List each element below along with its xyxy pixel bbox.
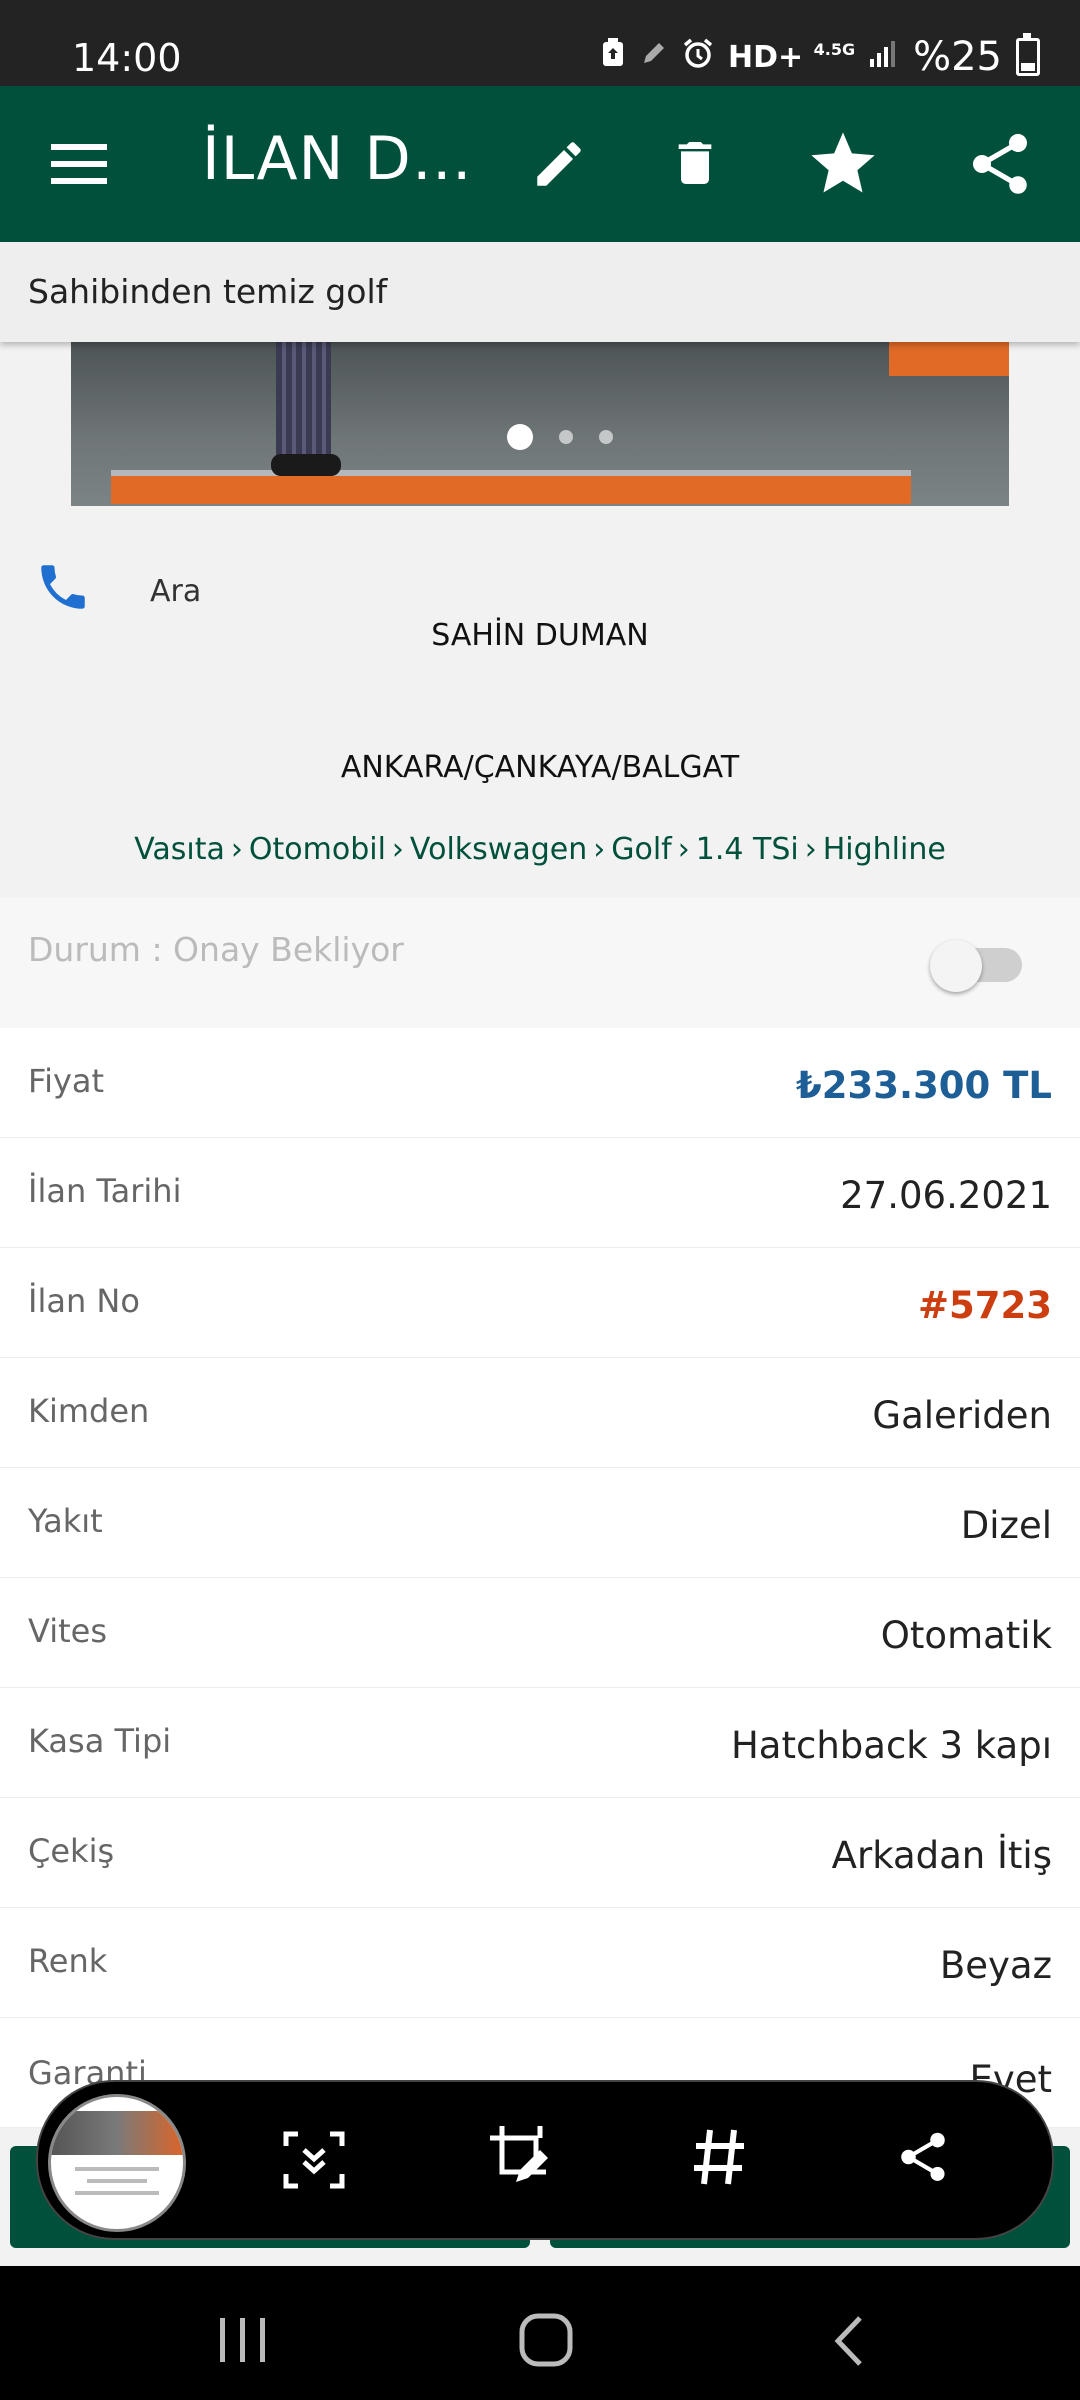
alarm-icon <box>682 37 714 77</box>
phone-icon[interactable] <box>34 558 92 620</box>
photo-gallery[interactable] <box>71 342 1009 506</box>
detail-key: Yakıt <box>28 1502 103 1540</box>
detail-row: Kasa Tipi Hatchback 3 kapı <box>0 1688 1080 1798</box>
detail-row-price: Fiyat ₺233.300 TL <box>0 1028 1080 1138</box>
share-icon[interactable] <box>894 2126 952 2192</box>
detail-value: Arkadan İtiş <box>831 1834 1052 1877</box>
listing-location: ANKARA/ÇANKAYA/BALGAT <box>340 750 740 785</box>
detail-key: Kimden <box>28 1392 150 1430</box>
detail-value: Dizel <box>960 1504 1052 1547</box>
breadcrumb-item[interactable]: Highline <box>823 832 946 867</box>
chevron-right-icon: › <box>391 832 404 867</box>
detail-value: Otomatik <box>880 1614 1052 1657</box>
status-toggle[interactable] <box>930 940 1022 992</box>
detail-value-price: ₺233.300 TL <box>796 1064 1052 1107</box>
star-icon[interactable] <box>802 126 884 202</box>
home-icon[interactable] <box>518 2312 574 2372</box>
system-nav-bar <box>0 2266 1080 2400</box>
signal-icon <box>869 39 899 75</box>
breadcrumb-item[interactable]: Golf <box>611 832 672 867</box>
share-icon[interactable] <box>962 126 1038 202</box>
recent-apps-icon[interactable] <box>218 2316 268 2368</box>
back-icon[interactable] <box>830 2314 866 2372</box>
battery-saver-icon <box>600 38 626 76</box>
scroll-capture-icon[interactable] <box>282 2130 346 2194</box>
breadcrumb: Vasıta › Otomobil › Volkswagen › Golf › 1.4 TSi ›… <box>0 832 1080 867</box>
seller-name: SAHİN DUMAN <box>431 618 649 653</box>
breadcrumb-item[interactable]: Volkswagen <box>410 832 587 867</box>
pen-icon <box>640 39 668 75</box>
chevron-right-icon: › <box>677 832 690 867</box>
call-button[interactable]: Ara <box>150 574 201 609</box>
gallery-pager <box>71 424 1009 450</box>
detail-row: Kimden Galeriden <box>0 1358 1080 1468</box>
detail-key: Vites <box>28 1612 107 1650</box>
listing-title-bar: Sahibinden temiz golf <box>0 242 1080 342</box>
detail-row: Renk Beyaz <box>0 1908 1080 2018</box>
menu-icon[interactable] <box>42 134 116 194</box>
detail-row: Vites Otomatik <box>0 1578 1080 1688</box>
pager-dot[interactable] <box>559 430 573 444</box>
detail-key: Renk <box>28 1942 108 1980</box>
listing-details: Fiyat ₺233.300 TL İlan Tarihi 27.06.2021… <box>0 1028 1080 2128</box>
detail-value: Galeriden <box>872 1394 1052 1437</box>
breadcrumb-item[interactable]: 1.4 TSi <box>696 832 799 867</box>
detail-row: Çekiş Arkadan İtiş <box>0 1798 1080 1908</box>
approval-status-row: Durum : Onay Bekliyor <box>0 898 1080 1028</box>
chevron-right-icon: › <box>230 832 243 867</box>
app-bar: İLAN DET... <box>0 86 1080 242</box>
seller-contact: Ara SAHİN DUMAN ANKARA/ÇANKAYA/BALGAT Va… <box>0 506 1080 898</box>
chevron-right-icon: › <box>593 832 606 867</box>
detail-key: İlan Tarihi <box>28 1172 182 1210</box>
chevron-right-icon: › <box>804 832 817 867</box>
battery-percent: %25 <box>913 34 1002 80</box>
detail-key: Kasa Tipi <box>28 1722 172 1760</box>
hashtag-icon[interactable] <box>692 2126 748 2192</box>
status-time: 14:00 <box>72 36 182 80</box>
status-icons: HD+ 4.5G %25 <box>600 33 1040 80</box>
pager-dot[interactable] <box>599 430 613 444</box>
screenshot-thumbnail[interactable] <box>48 2094 186 2232</box>
edit-icon[interactable] <box>524 132 594 196</box>
detail-key: Çekiş <box>28 1832 115 1870</box>
listing-title: Sahibinden temiz golf <box>28 272 388 311</box>
pager-dot[interactable] <box>507 424 533 450</box>
detail-row-listing-no: İlan No #5723 <box>0 1248 1080 1358</box>
detail-value: 27.06.2021 <box>840 1174 1052 1217</box>
breadcrumb-item[interactable]: Vasıta <box>134 832 225 867</box>
screenshot-toolbar <box>36 2080 1054 2240</box>
status-bar: 14:00 HD+ 4.5G %25 <box>0 0 1080 86</box>
detail-key: Fiyat <box>28 1062 105 1100</box>
approval-status-label: Durum : Onay Bekliyor <box>28 930 404 969</box>
breadcrumb-item[interactable]: Otomobil <box>249 832 386 867</box>
detail-value: Beyaz <box>939 1944 1052 1987</box>
detail-value: Hatchback 3 kapı <box>730 1724 1052 1767</box>
detail-key: İlan No <box>28 1282 140 1320</box>
network-label: HD+ 4.5G <box>728 39 856 75</box>
detail-value-listing-no: #5723 <box>918 1284 1052 1327</box>
battery-icon <box>1016 33 1040 76</box>
page-title: İLAN DET... <box>202 124 482 194</box>
crop-edit-icon[interactable] <box>486 2122 556 2196</box>
detail-row-date: İlan Tarihi 27.06.2021 <box>0 1138 1080 1248</box>
delete-icon[interactable] <box>660 130 730 196</box>
detail-row: Yakıt Dizel <box>0 1468 1080 1578</box>
